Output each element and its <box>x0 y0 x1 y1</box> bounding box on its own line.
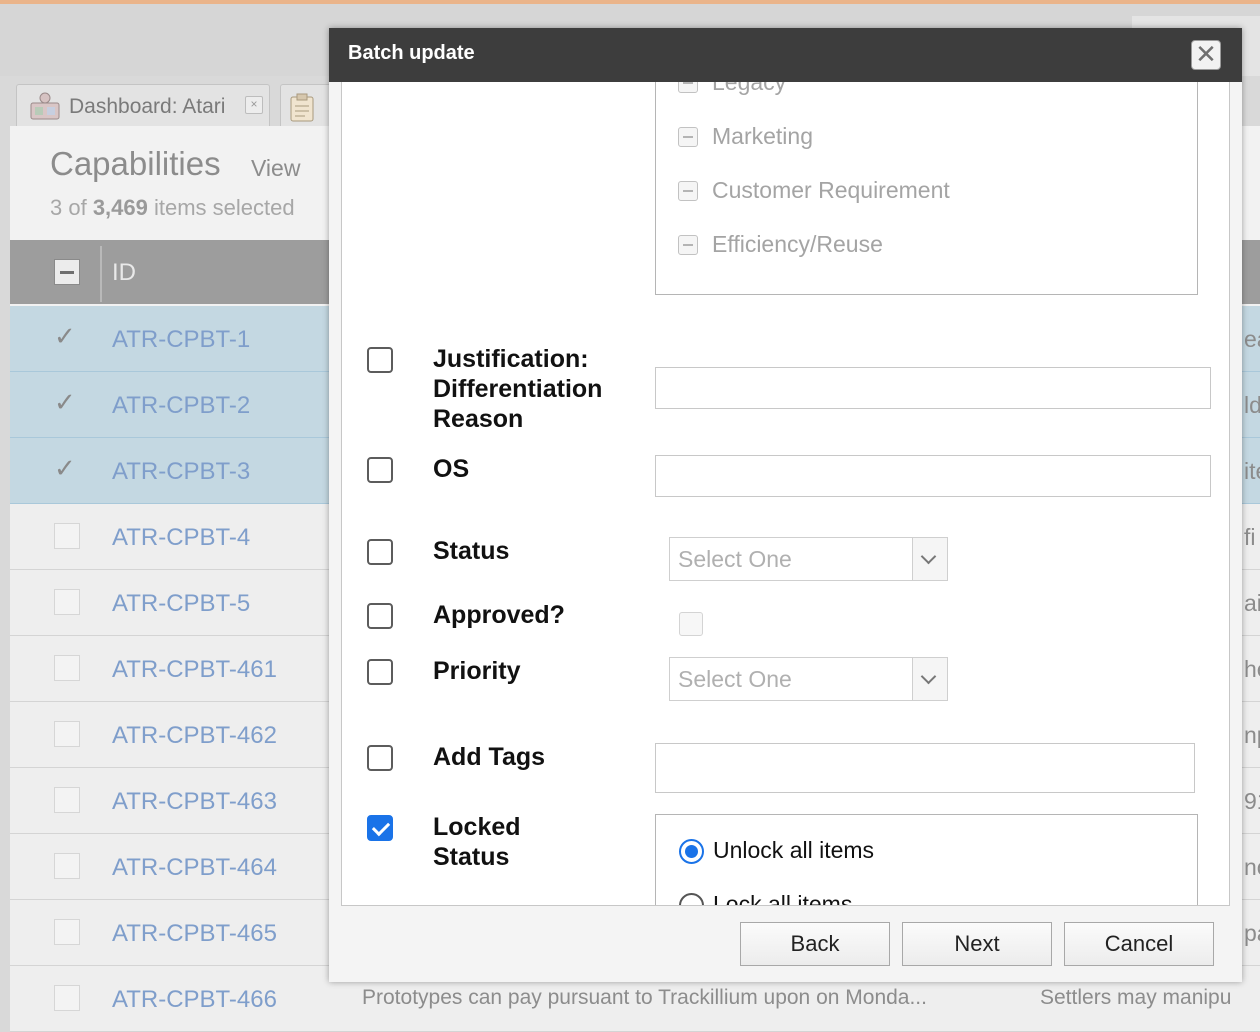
row-id-link[interactable]: ATR-CPBT-2 <box>112 392 250 420</box>
tab-label: Dashboard: Atari <box>69 95 226 118</box>
dialog-body: Legacy Marketing Customer Requirement Ef… <box>341 82 1230 906</box>
checkbox-icon <box>678 181 698 201</box>
row-checkbox[interactable] <box>54 523 80 549</box>
unlock-radio-label[interactable]: Unlock all items <box>713 837 874 864</box>
checkbox-icon <box>678 235 698 255</box>
status-select[interactable]: Select One <box>669 537 948 581</box>
priority-select-value: Select One <box>678 666 792 692</box>
row-cell-text: noi <box>1244 854 1260 880</box>
page-title: Capabilities <box>50 145 221 182</box>
column-divider <box>100 246 102 302</box>
multiselect-option[interactable]: Efficiency/Reuse <box>678 231 883 258</box>
cancel-button[interactable]: Cancel <box>1064 922 1214 966</box>
batch-update-dialog: Batch update ✕ Legacy Marketing Customer… <box>329 28 1242 982</box>
checkbox-icon <box>678 127 698 147</box>
column-header-id[interactable]: ID <box>112 259 136 287</box>
unlock-radio[interactable] <box>679 839 704 864</box>
multiselect-option[interactable]: Marketing <box>678 123 813 150</box>
back-button[interactable]: Back <box>740 922 890 966</box>
row-id-link[interactable]: ATR-CPBT-3 <box>112 458 250 486</box>
row-checkbox[interactable] <box>54 787 80 813</box>
checkmark-icon: ✓ <box>54 453 76 483</box>
chevron-down-icon <box>912 538 947 580</box>
row-cell-text: pa <box>1244 920 1260 946</box>
lock-radio[interactable] <box>679 893 704 905</box>
priority-enable-checkbox[interactable] <box>367 659 393 685</box>
row-description-text: Prototypes can pay pursuant to Trackilli… <box>362 986 927 1009</box>
tab-dashboard-atari[interactable]: Dashboard: Atari × <box>16 84 270 126</box>
approved-enable-checkbox[interactable] <box>367 603 393 629</box>
lock-radio-label[interactable]: Lock all items <box>713 891 852 905</box>
chevron-down-icon <box>912 658 947 700</box>
selection-count: 3 of 3,469 items selected <box>50 195 295 220</box>
row-cell-text: fi <box>1244 524 1256 550</box>
justification-input[interactable] <box>655 367 1211 409</box>
approved-checkbox[interactable] <box>679 612 703 636</box>
row-checkbox[interactable]: ✓ <box>54 455 80 483</box>
tags-input[interactable] <box>655 743 1195 793</box>
clipboard-icon <box>290 93 314 122</box>
row-checkbox[interactable] <box>54 853 80 879</box>
row-id-link[interactable]: ATR-CPBT-1 <box>112 326 250 354</box>
row-id-link[interactable]: ATR-CPBT-4 <box>112 524 250 552</box>
dialog-titlebar: Batch update ✕ <box>329 28 1242 82</box>
os-input[interactable] <box>655 455 1211 497</box>
approved-label: Approved? <box>433 601 565 629</box>
tags-enable-checkbox[interactable] <box>367 745 393 771</box>
row-id-link[interactable]: ATR-CPBT-465 <box>112 920 277 948</box>
multiselect-option[interactable]: Legacy <box>678 82 786 96</box>
checkmark-icon: ✓ <box>54 387 76 417</box>
checkmark-icon: ✓ <box>54 321 76 351</box>
status-label: Status <box>433 537 510 565</box>
locked-enable-checkbox[interactable] <box>367 815 393 841</box>
multiselect-option[interactable]: Customer Requirement <box>678 177 950 204</box>
row-checkbox[interactable] <box>54 589 80 615</box>
row-cell-text: npa <box>1244 722 1260 748</box>
row-checkbox[interactable] <box>54 985 80 1011</box>
dialog-title: Batch update <box>348 42 475 64</box>
tags-label: Add Tags <box>433 743 546 771</box>
row-checkbox[interactable] <box>54 655 80 681</box>
row-id-link[interactable]: ATR-CPBT-5 <box>112 590 250 618</box>
row-checkbox[interactable] <box>54 919 80 945</box>
row-id-link[interactable]: ATR-CPBT-464 <box>112 854 277 882</box>
view-link[interactable]: View <box>251 155 300 182</box>
select-all-checkbox[interactable] <box>54 259 80 285</box>
row-cell-text: he <box>1244 656 1260 682</box>
locked-status-radio-group: Unlock all items Lock all items <box>655 814 1198 905</box>
checkbox-icon <box>678 82 698 93</box>
justification-enable-checkbox[interactable] <box>367 347 393 373</box>
row-id-link[interactable]: ATR-CPBT-462 <box>112 722 277 750</box>
row-checkbox[interactable]: ✓ <box>54 389 80 417</box>
row-id-link[interactable]: ATR-CPBT-461 <box>112 656 277 684</box>
priority-label: Priority <box>433 657 521 685</box>
close-icon[interactable]: ✕ <box>1191 40 1221 70</box>
row-description-text: Settlers may manipu <box>1040 986 1232 1009</box>
row-cell-text: ail <box>1244 590 1260 616</box>
row-cell-text: ite <box>1244 458 1260 484</box>
os-enable-checkbox[interactable] <box>367 457 393 483</box>
os-label: OS <box>433 455 470 483</box>
locked-label: Locked Status <box>433 813 521 871</box>
row-id-link[interactable]: ATR-CPBT-463 <box>112 788 277 816</box>
row-checkbox[interactable]: ✓ <box>54 323 80 351</box>
status-select-value: Select One <box>678 546 792 572</box>
next-button[interactable]: Next <box>902 922 1052 966</box>
category-multiselect[interactable]: Legacy Marketing Customer Requirement Ef… <box>655 82 1198 295</box>
row-cell-text: ea <box>1244 326 1260 352</box>
status-enable-checkbox[interactable] <box>367 539 393 565</box>
row-checkbox[interactable] <box>54 721 80 747</box>
justification-label: Justification: Differentiation Reason <box>433 345 603 433</box>
dashboard-icon <box>30 92 60 120</box>
row-cell-text: 91 <box>1244 788 1260 814</box>
tab-close-icon[interactable]: × <box>245 96 263 114</box>
row-id-link[interactable]: ATR-CPBT-466 <box>112 986 277 1014</box>
priority-select[interactable]: Select One <box>669 657 948 701</box>
row-cell-text: ld <box>1244 392 1260 418</box>
